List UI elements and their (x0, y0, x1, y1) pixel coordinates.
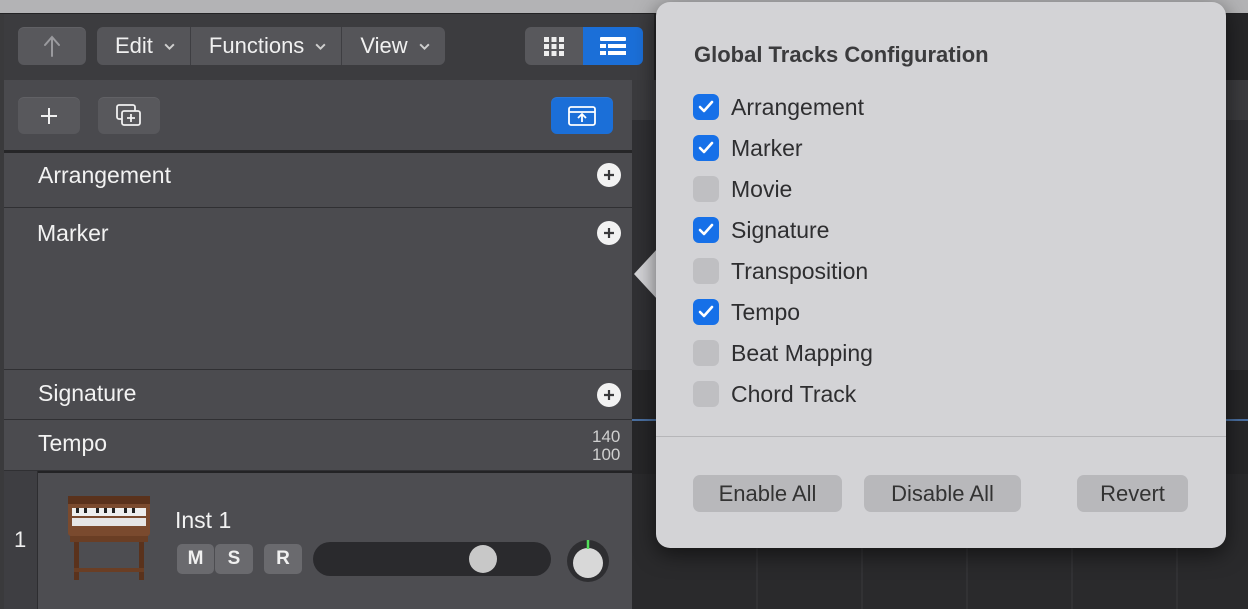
solo-button[interactable]: S (215, 544, 253, 574)
add-signature-button[interactable] (597, 383, 621, 407)
option-chord-track[interactable]: Chord Track (693, 379, 856, 409)
option-arrangement[interactable]: Arrangement (693, 92, 864, 122)
checkbox[interactable] (693, 217, 719, 243)
global-track-signature[interactable]: Signature (4, 370, 632, 420)
chevron-down-icon (164, 43, 175, 50)
option-signature[interactable]: Signature (693, 215, 829, 245)
functions-menu[interactable]: Functions (191, 27, 343, 65)
view-mode-toggle (525, 27, 643, 65)
track-name[interactable]: Inst 1 (175, 507, 231, 534)
global-tracks-button[interactable] (551, 97, 613, 134)
checkbox[interactable] (693, 176, 719, 202)
checkmark-icon (698, 141, 714, 154)
checkbox-label: Transposition (731, 257, 869, 284)
plus-icon (604, 228, 614, 238)
option-marker[interactable]: Marker (693, 133, 803, 163)
mute-button[interactable]: M (177, 544, 214, 574)
view-menu[interactable]: View (342, 27, 444, 65)
tempo-max: 140 (592, 427, 621, 446)
add-track-button[interactable] (18, 97, 80, 134)
checkbox-label: Arrangement (731, 93, 864, 120)
organ-instrument-icon (62, 488, 156, 584)
checkmark-icon (698, 223, 714, 236)
tempo-min: 100 (592, 445, 621, 464)
checkbox[interactable] (693, 94, 719, 120)
global-track-name: Marker (37, 220, 109, 246)
plus-icon (604, 170, 614, 180)
checkbox[interactable] (693, 135, 719, 161)
chevron-down-icon (419, 43, 430, 50)
checkbox[interactable] (693, 258, 719, 284)
disable-all-button[interactable]: Disable All (864, 475, 1021, 512)
global-track-name: Tempo (38, 430, 108, 456)
volume-slider[interactable] (313, 542, 551, 576)
chevron-down-icon (315, 43, 326, 50)
option-beat-mapping[interactable]: Beat Mapping (693, 338, 873, 368)
global-track-tempo[interactable]: Tempo (4, 420, 632, 471)
global-track-marker[interactable]: Marker (4, 208, 632, 370)
edit-menu-label: Edit (115, 33, 153, 58)
popover-title: Global Tracks Configuration (694, 42, 989, 67)
functions-menu-label: Functions (208, 33, 305, 58)
popover-arrow (634, 248, 658, 300)
back-button[interactable] (18, 27, 86, 65)
tracks-list-icon (600, 37, 626, 55)
option-transposition[interactable]: Transposition (693, 256, 868, 286)
edit-menu[interactable]: Edit (97, 27, 191, 65)
plus-icon (41, 107, 57, 124)
record-enable-button[interactable]: R (264, 544, 302, 574)
track-number: 1 (14, 527, 27, 552)
checkbox-label: Beat Mapping (731, 339, 873, 366)
global-track-arrangement[interactable]: Arrangement (4, 153, 632, 208)
popover-separator (656, 436, 1226, 437)
checkbox-label: Chord Track (731, 380, 857, 407)
grid-icon (544, 37, 564, 56)
global-track-name: Signature (38, 380, 137, 406)
track-number-column: 1 (4, 471, 38, 609)
add-arrangement-marker-button[interactable] (597, 163, 621, 187)
checkmark-icon (698, 100, 714, 113)
pan-knob-icon (567, 540, 609, 582)
menu-segment: Edit Functions View (97, 27, 445, 65)
duplicate-track-icon (116, 103, 141, 126)
checkmark-icon (698, 305, 714, 318)
plus-icon (604, 390, 614, 400)
view-menu-label: View (360, 33, 408, 58)
option-movie[interactable]: Movie (693, 174, 792, 204)
enable-all-button[interactable]: Enable All (693, 475, 842, 512)
tempo-range: 140 100 (592, 428, 620, 464)
checkbox[interactable] (693, 381, 719, 407)
checkbox-label: Signature (731, 216, 830, 243)
checkbox-label: Tempo (731, 298, 801, 325)
back-arrow-icon (44, 35, 60, 57)
checkbox-label: Marker (731, 134, 803, 161)
new-track-stack-button[interactable] (98, 97, 160, 134)
checkbox-label: Movie (731, 175, 793, 202)
global-tracks-icon (568, 105, 596, 126)
global-track-name: Arrangement (38, 162, 171, 188)
revert-button[interactable]: Revert (1077, 475, 1188, 512)
volume-slider-thumb[interactable] (469, 545, 497, 573)
tracks-view-button[interactable] (583, 27, 643, 65)
checkbox[interactable] (693, 299, 719, 325)
grid-view-button[interactable] (525, 27, 583, 65)
option-tempo[interactable]: Tempo (693, 297, 800, 327)
pan-knob[interactable] (565, 538, 611, 584)
checkbox[interactable] (693, 340, 719, 366)
add-marker-button[interactable] (597, 221, 621, 245)
